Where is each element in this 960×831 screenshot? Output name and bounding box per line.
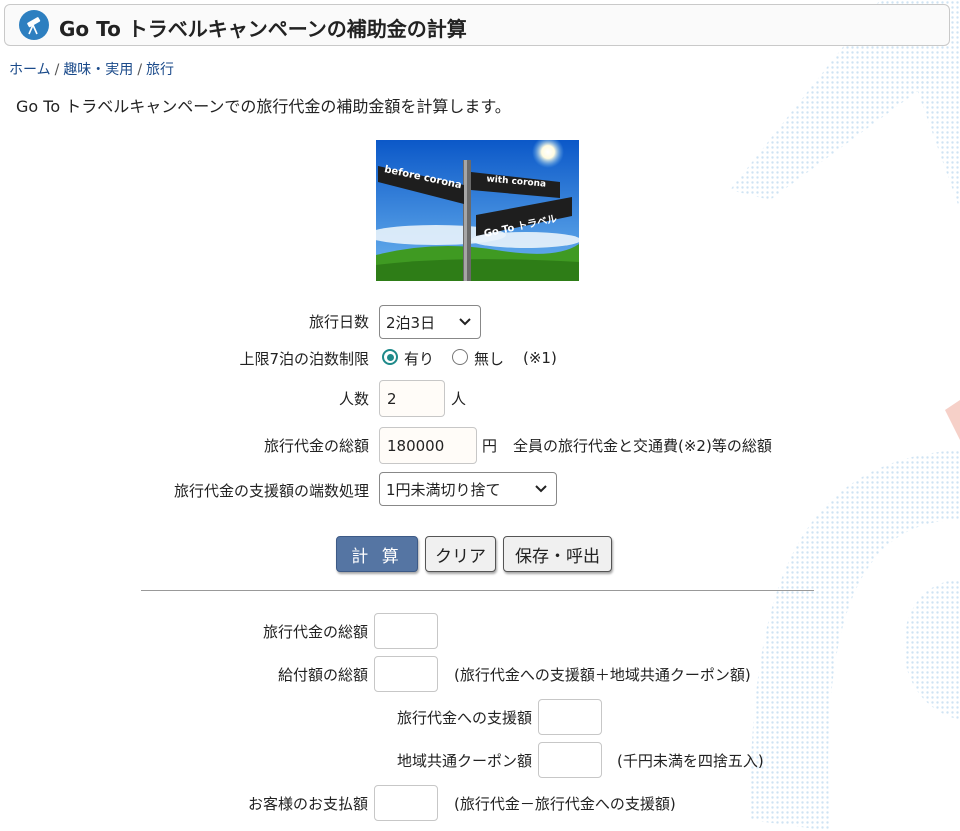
result-support-field [538, 699, 602, 735]
limit-option-no-label[interactable]: 無し [474, 348, 504, 369]
total-input-value: 180000 [387, 436, 445, 455]
result-benefit-label: 給付額の総額 [277, 666, 368, 684]
total-note: 全員の旅行代金と交通費(※2)等の総額 [513, 437, 772, 455]
result-benefit-field [374, 656, 438, 692]
people-unit: 人 [451, 390, 467, 408]
result-payment-label: お客様のお支払額 [247, 795, 368, 813]
breadcrumb-hobby[interactable]: 趣味・実用 [63, 62, 133, 78]
breadcrumb-travel[interactable]: 旅行 [146, 62, 174, 78]
result-payment-note: (旅行代金－旅行代金への支援額) [454, 795, 676, 813]
page-description: Go To トラベルキャンペーンでの旅行代金の補助金額を計算します。 [16, 97, 511, 116]
days-select[interactable]: 2泊3日 [379, 305, 481, 339]
chevron-down-icon [459, 318, 471, 326]
result-total-field [374, 613, 438, 649]
limit-radio-no[interactable] [452, 349, 468, 365]
page-title: Go To トラベルキャンペーンの補助金の計算 [59, 17, 467, 41]
result-total-label: 旅行代金の総額 [262, 623, 368, 641]
people-label: 人数 [338, 390, 369, 408]
result-payment-field [374, 785, 438, 821]
days-select-value: 2泊3日 [386, 313, 436, 332]
telescope-icon [19, 10, 49, 40]
title-bar: Go To トラベルキャンペーンの補助金の計算 [4, 4, 950, 46]
rounding-select-value: 1円未満切り捨て [386, 480, 501, 499]
background-decoration [730, 0, 960, 831]
rounding-label: 旅行代金の支援額の端数処理 [173, 482, 369, 500]
limit-label: 上限7泊の泊数制限 [239, 350, 369, 368]
save-load-button[interactable]: 保存・呼出 [503, 536, 612, 572]
limit-radio-yes[interactable] [382, 349, 398, 365]
total-label: 旅行代金の総額 [263, 437, 369, 455]
chevron-down-icon [535, 485, 547, 493]
result-coupon-field [538, 742, 602, 778]
hero-image: before corona with corona Go To トラベル [376, 140, 579, 281]
result-benefit-note: (旅行代金への支援額＋地域共通クーポン額) [454, 666, 751, 684]
limit-note: (※1) [523, 349, 557, 367]
breadcrumb: ホーム / 趣味・実用 / 旅行 [9, 62, 175, 78]
days-label: 旅行日数 [308, 313, 369, 331]
divider [141, 590, 814, 591]
limit-option-yes-label[interactable]: 有り [404, 348, 434, 369]
clear-button[interactable]: クリア [425, 536, 496, 572]
result-coupon-label: 地域共通クーポン額 [396, 752, 532, 770]
people-input-value: 2 [387, 389, 397, 408]
people-input[interactable]: 2 [379, 380, 445, 417]
result-support-label: 旅行代金への支援額 [396, 709, 532, 727]
breadcrumb-home[interactable]: ホーム [9, 62, 51, 78]
total-unit: 円 [482, 437, 498, 455]
rounding-select[interactable]: 1円未満切り捨て [379, 472, 557, 506]
result-coupon-note: (千円未満を四捨五入) [617, 752, 764, 770]
total-input[interactable]: 180000 [379, 427, 477, 464]
calculate-button[interactable]: 計 算 [336, 536, 418, 572]
